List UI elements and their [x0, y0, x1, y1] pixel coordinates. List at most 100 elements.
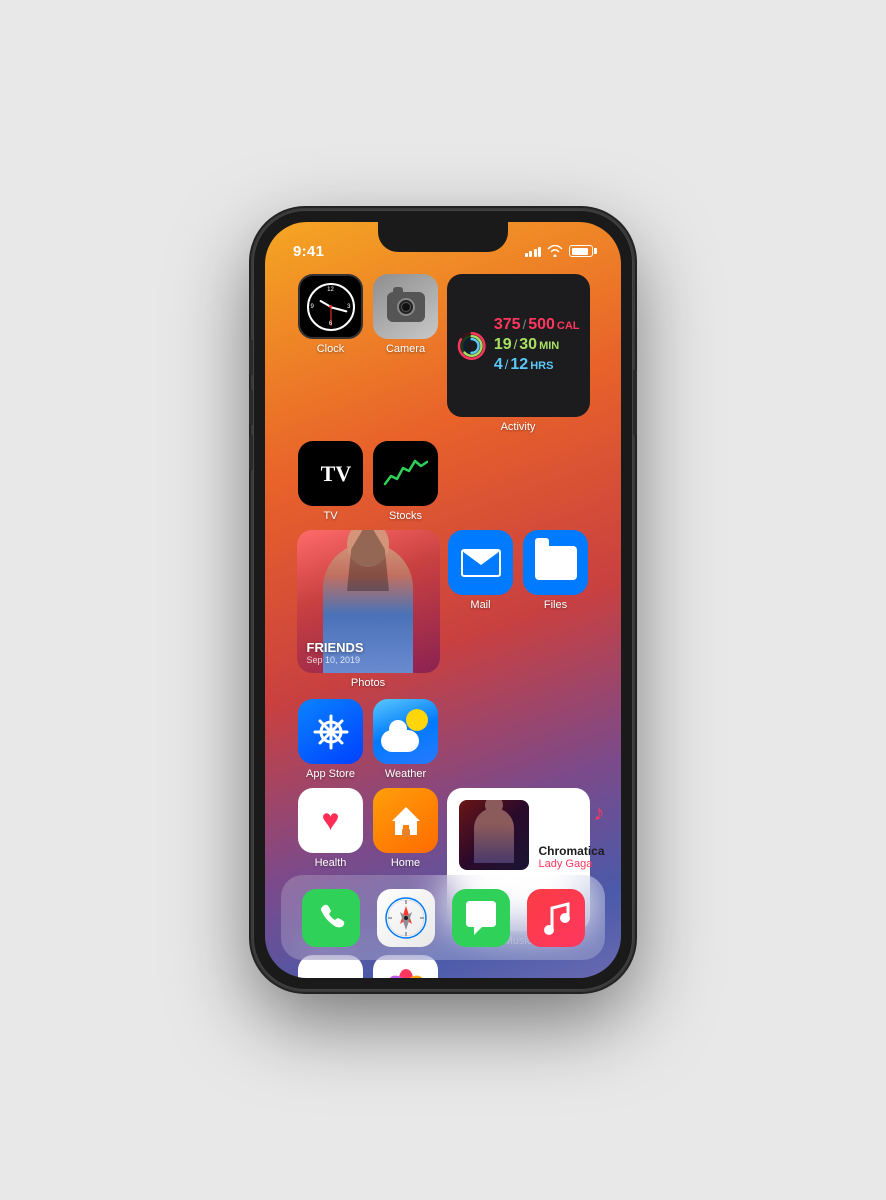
health-icon[interactable]: ♥: [298, 788, 363, 853]
app-row-1: 12 3 6 9 Clock: [281, 274, 605, 433]
folder-body: [535, 546, 577, 580]
music-top-section: ♪ Chromatica Lady Gaga: [459, 800, 578, 870]
mail-app[interactable]: Mail: [448, 530, 513, 689]
tv-icon[interactable]: TV: [298, 441, 363, 506]
activity-widget[interactable]: 375 / 500 CAL 19 / 30 MIN: [447, 274, 590, 417]
signal-bar-2: [529, 251, 532, 257]
messages-bubble-svg: [462, 899, 500, 937]
phone-screen: 9:41: [265, 222, 621, 978]
wifi-icon: [547, 245, 563, 257]
stand-sep: /: [505, 357, 509, 372]
tv-text: TV: [310, 461, 351, 487]
photos-overlay-label: FRIENDS Sep 10, 2019: [307, 640, 364, 665]
clock-num-3: 3: [347, 304, 350, 310]
row1-grid: 12 3 6 9 Clock: [298, 274, 588, 433]
dock-phone-icon[interactable]: [302, 889, 360, 947]
mail-flap-triangle: [462, 551, 500, 565]
dock-phone-app[interactable]: [302, 889, 360, 947]
mail-flap: [463, 551, 499, 575]
health-label: Health: [315, 857, 347, 869]
dock-safari-app[interactable]: [377, 889, 435, 947]
camera-icon[interactable]: [373, 274, 438, 339]
phone-handset-svg: [315, 902, 347, 934]
signal-bars-icon: [525, 245, 542, 257]
exercise-max: 30: [519, 336, 537, 354]
stand-unit: HRS: [530, 360, 553, 372]
move-sep: /: [523, 317, 527, 332]
files-app[interactable]: Files: [523, 530, 588, 689]
photos-widget[interactable]: FRIENDS Sep 10, 2019: [297, 530, 440, 673]
folder-wrap: [535, 546, 577, 580]
notch: [378, 222, 508, 252]
move-max: 500: [528, 316, 555, 334]
app-dock: [281, 875, 605, 960]
dock-music-app[interactable]: [527, 889, 585, 947]
dock-safari-icon[interactable]: [377, 889, 435, 947]
row2-grid: TV TV Stocks: [298, 441, 588, 522]
signal-bar-3: [534, 249, 537, 257]
camera-label: Camera: [386, 343, 425, 355]
row3-grid: FRIENDS Sep 10, 2019 Photos: [298, 530, 588, 780]
battery-fill: [572, 248, 588, 255]
health-heart-symbol: ♥: [322, 804, 340, 838]
apple-logo: : [310, 470, 321, 485]
weather-sun: [406, 709, 428, 731]
exercise-unit: MIN: [539, 340, 559, 352]
photos-widget-wrap[interactable]: FRIENDS Sep 10, 2019 Photos: [298, 530, 438, 689]
stocks-chart-svg: [383, 456, 428, 491]
music-album-art: [459, 800, 529, 870]
weather-icon[interactable]: [373, 699, 438, 764]
music-note-icon: ♪: [594, 800, 605, 826]
album-art-content: [459, 800, 529, 870]
tv-app[interactable]: TV TV: [298, 441, 363, 522]
clock-face: 12 3 6 9: [307, 283, 355, 331]
clock-icon[interactable]: 12 3 6 9: [298, 274, 363, 339]
stocks-label: Stocks: [389, 510, 422, 522]
photos-friends-text: FRIENDS: [307, 640, 364, 655]
app-row-2: TV TV Stocks: [281, 441, 605, 522]
camera-body: [387, 292, 425, 322]
music-artist-name: Lady Gaga: [539, 858, 605, 870]
photos-date-text: Sep 10, 2019: [307, 655, 364, 665]
mail-label: Mail: [470, 599, 490, 611]
spacer-2: [523, 441, 588, 522]
music-song-title: Chromatica: [539, 844, 605, 858]
dock-music-icon[interactable]: [527, 889, 585, 947]
clock-app[interactable]: 12 3 6 9 Clock: [298, 274, 363, 433]
home-icon[interactable]: [373, 788, 438, 853]
music-info: Chromatica Lady Gaga: [539, 842, 605, 870]
files-icon[interactable]: [523, 530, 588, 595]
home-screen: 12 3 6 9 Clock: [265, 266, 621, 978]
weather-cloud: [381, 730, 419, 752]
signal-bar-4: [538, 247, 541, 257]
dock-messages-app[interactable]: [452, 889, 510, 947]
exercise-value: 19: [494, 336, 512, 354]
stand-stat: 4 / 12 HRS: [494, 356, 580, 374]
spacer-1: [448, 441, 513, 522]
mail-icon[interactable]: [448, 530, 513, 595]
camera-lens-inner: [401, 302, 411, 312]
move-stat: 375 / 500 CAL: [494, 316, 580, 334]
appstore-app[interactable]: App Store: [298, 699, 363, 780]
camera-app[interactable]: Camera: [373, 274, 438, 433]
signal-bar-1: [525, 253, 528, 257]
appstore-label: App Store: [306, 768, 355, 780]
appstore-icon[interactable]: [298, 699, 363, 764]
stocks-app[interactable]: Stocks: [373, 441, 438, 522]
photos-pinwheel-svg: [384, 966, 428, 979]
activity-widget-wrap[interactable]: 375 / 500 CAL 19 / 30 MIN: [448, 274, 588, 433]
clock-minute-hand: [330, 306, 347, 312]
status-time: 9:41: [293, 243, 324, 260]
tv-label: TV: [323, 510, 337, 522]
clock-num-12: 12: [327, 287, 334, 293]
music-text-area: ♪ Chromatica Lady Gaga: [539, 800, 605, 870]
activity-stats: 375 / 500 CAL 19 / 30 MIN: [494, 316, 580, 376]
music-note-svg: [540, 900, 572, 936]
phone-device: 9:41: [253, 210, 633, 990]
weather-app[interactable]: Weather: [373, 699, 438, 780]
status-icons: [525, 245, 594, 257]
safari-compass-svg: [384, 896, 428, 940]
stocks-icon[interactable]: [373, 441, 438, 506]
dock-messages-icon[interactable]: [452, 889, 510, 947]
app-row-3: FRIENDS Sep 10, 2019 Photos: [281, 530, 605, 780]
